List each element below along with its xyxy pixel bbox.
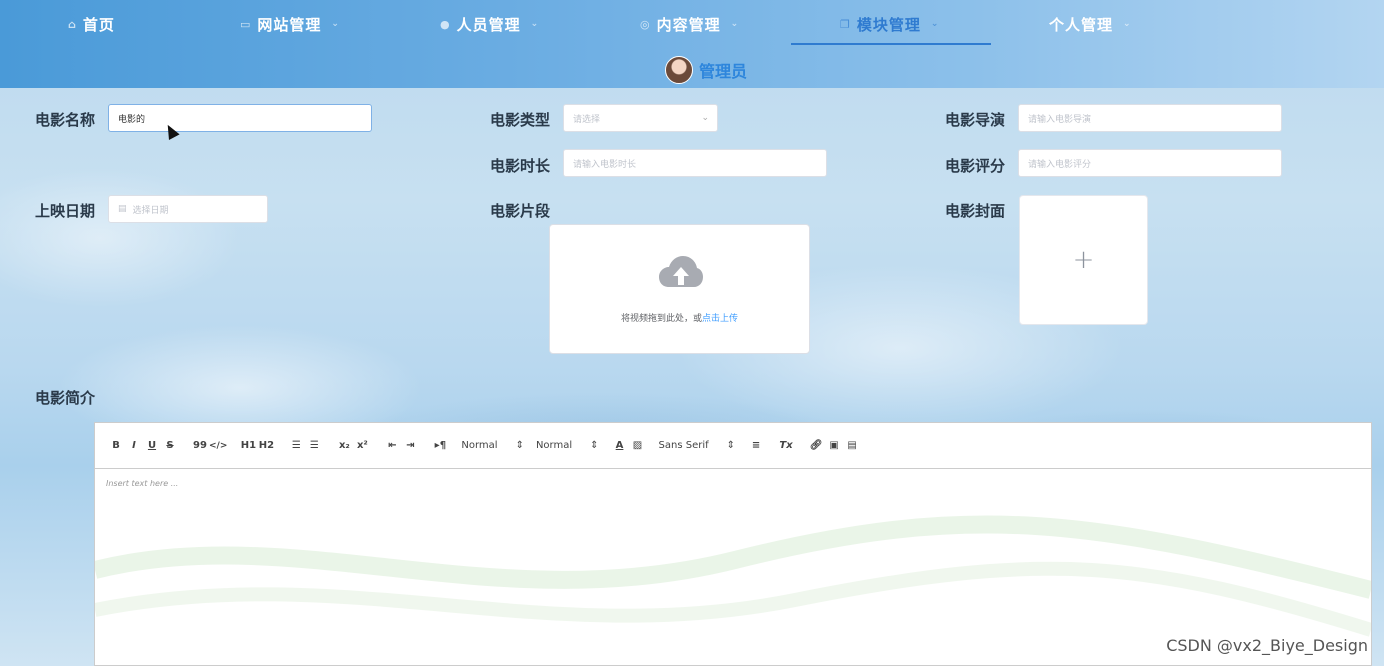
upload-hint-text: 将视频拖到此处，或 <box>620 314 702 324</box>
movie-duration-placeholder: 请输入电影时长 <box>573 159 637 170</box>
user-name: 管理员 <box>699 62 748 81</box>
top-navigation-bar: ⌂ 首页 ▭ 网站管理 ⌄ ● 人员管理 ⌄ ◎ 内容管理 ⌄ ❐ 模块管理 ⌄… <box>0 0 1384 88</box>
chevron-down-icon: ⌄ <box>730 19 740 29</box>
movie-clip-label: 电影片段 <box>490 202 551 220</box>
user-menu[interactable]: 管理员 <box>665 56 747 84</box>
release-date-picker[interactable]: ▤ 选择日期 <box>108 195 268 223</box>
circle-icon: ◎ <box>640 17 651 31</box>
release-date-placeholder: 选择日期 <box>132 205 169 216</box>
clean-format-button[interactable]: Tx <box>777 437 795 455</box>
movie-duration-label: 电影时长 <box>490 157 551 175</box>
home-icon: ⌂ <box>68 17 77 31</box>
user-icon: ● <box>440 17 451 31</box>
movie-intro-label: 电影简介 <box>35 389 96 407</box>
editor-placeholder: Insert text here ... <box>106 479 179 488</box>
chevron-down-icon: ⌄ <box>701 113 709 123</box>
chevron-down-icon: ⌄ <box>930 19 940 29</box>
header-1-button[interactable]: H1 <box>239 437 257 455</box>
nav-item-label: 网站管理 <box>257 15 322 34</box>
watermark-text: CSDN @vx2_Biye_Design <box>1166 636 1368 655</box>
header-2-button[interactable]: H2 <box>257 437 275 455</box>
header-select[interactable]: Normal ⇕ <box>536 440 599 451</box>
movie-director-input[interactable]: 请输入电影导演 <box>1018 104 1282 132</box>
movie-name-input[interactable]: 电影的 <box>108 104 372 132</box>
subscript-button[interactable]: x₂ <box>335 437 353 455</box>
click-to-upload-link[interactable]: 点击上传 <box>702 314 738 324</box>
copy-icon: ❐ <box>840 17 851 31</box>
indent-icon[interactable]: ⇥ <box>401 437 419 455</box>
image-icon[interactable]: ▣ <box>825 437 843 455</box>
outdent-icon[interactable]: ⇤ <box>383 437 401 455</box>
editor-toolbar: B I U S 99 </> H1 H2 ☰ ☰ x₂ x² ⇤ ⇥ ▸¶ No… <box>95 423 1371 469</box>
chevron-down-icon: ⌄ <box>331 19 340 29</box>
nav-item-home[interactable]: ⌂ 首页 <box>68 13 115 35</box>
align-icon[interactable]: ≡ <box>747 437 765 455</box>
code-button[interactable]: </> <box>209 437 227 455</box>
movie-rating-placeholder: 请输入电影评分 <box>1028 159 1092 170</box>
text-direction-button[interactable]: ▸¶ <box>431 437 449 455</box>
editor-content[interactable]: Insert text here ... <box>95 469 1371 498</box>
nav-item-content-management[interactable]: ◎ 内容管理 ⌄ <box>640 13 739 35</box>
movie-type-label: 电影类型 <box>490 111 551 129</box>
superscript-button[interactable]: x² <box>353 437 371 455</box>
italic-button[interactable]: I <box>125 437 143 455</box>
font-select[interactable]: Sans Serif ⇕ <box>659 440 736 451</box>
size-select-value: Normal <box>461 440 498 451</box>
font-select-value: Sans Serif <box>658 440 709 451</box>
chevron-down-icon: ⌄ <box>530 19 540 29</box>
plus-icon: + <box>1072 245 1095 275</box>
movie-cover-label: 电影封面 <box>945 202 1006 220</box>
nav-item-label: 模块管理 <box>856 15 921 34</box>
nav-item-label: 首页 <box>82 15 115 34</box>
upload-cloud-icon <box>659 256 703 287</box>
text-color-button[interactable]: A <box>611 437 629 455</box>
chevron-down-icon: ⌄ <box>1123 19 1132 29</box>
movie-duration-input[interactable]: 请输入电影时长 <box>563 149 827 177</box>
select-arrows-icon: ⇕ <box>515 440 524 451</box>
cover-upload-button[interactable]: + <box>1019 195 1148 325</box>
upload-hint: 将视频拖到此处，或点击上传 <box>550 311 809 324</box>
bold-button[interactable]: B <box>107 437 125 455</box>
main-menu: ⌂ 首页 ▭ 网站管理 ⌄ ● 人员管理 ⌄ ◎ 内容管理 ⌄ ❐ 模块管理 ⌄… <box>0 0 1384 46</box>
avatar <box>665 56 693 84</box>
nav-item-label: 个人管理 <box>1049 15 1114 34</box>
rich-text-editor: B I U S 99 </> H1 H2 ☰ ☰ x₂ x² ⇤ ⇥ ▸¶ No… <box>94 422 1372 666</box>
header-select-value: Normal <box>535 440 573 451</box>
video-upload-dropzone[interactable]: 将视频拖到此处，或点击上传 <box>549 224 810 354</box>
nav-item-module-management[interactable]: ❐ 模块管理 ⌄ <box>840 13 939 35</box>
background-color-icon[interactable]: ▨ <box>629 437 647 455</box>
nav-item-site-management[interactable]: ▭ 网站管理 ⌄ <box>240 13 340 35</box>
bullet-list-icon[interactable]: ☰ <box>305 437 323 455</box>
movie-type-placeholder: 请选择 <box>573 114 601 125</box>
release-date-label: 上映日期 <box>35 202 96 220</box>
movie-director-label: 电影导演 <box>945 111 1006 129</box>
size-select[interactable]: Normal ⇕ <box>461 440 524 451</box>
movie-name-label: 电影名称 <box>35 111 96 129</box>
strike-button[interactable]: S <box>161 437 179 455</box>
nav-item-staff-management[interactable]: ● 人员管理 ⌄ <box>440 13 539 35</box>
movie-rating-input[interactable]: 请输入电影评分 <box>1018 149 1282 177</box>
underline-button[interactable]: U <box>143 437 161 455</box>
calendar-icon: ▤ <box>118 204 127 214</box>
select-arrows-icon: ⇕ <box>726 440 736 451</box>
movie-type-select[interactable]: 请选择 ⌄ <box>563 104 718 132</box>
nav-item-label: 人员管理 <box>456 15 521 34</box>
blockquote-button[interactable]: 99 <box>191 437 209 455</box>
nav-item-label: 内容管理 <box>656 15 721 34</box>
select-arrows-icon: ⇕ <box>590 440 599 451</box>
link-icon[interactable]: 🔗︎ <box>807 437 825 455</box>
ordered-list-icon[interactable]: ☰ <box>287 437 305 455</box>
video-icon[interactable]: ▤ <box>843 437 861 455</box>
monitor-icon: ▭ <box>240 17 252 31</box>
movie-rating-label: 电影评分 <box>945 157 1006 175</box>
nav-item-personal-management[interactable]: 个人管理 ⌄ <box>1049 13 1132 35</box>
active-nav-underline <box>791 43 991 45</box>
movie-director-placeholder: 请输入电影导演 <box>1028 114 1092 125</box>
movie-name-value: 电影的 <box>118 114 146 125</box>
